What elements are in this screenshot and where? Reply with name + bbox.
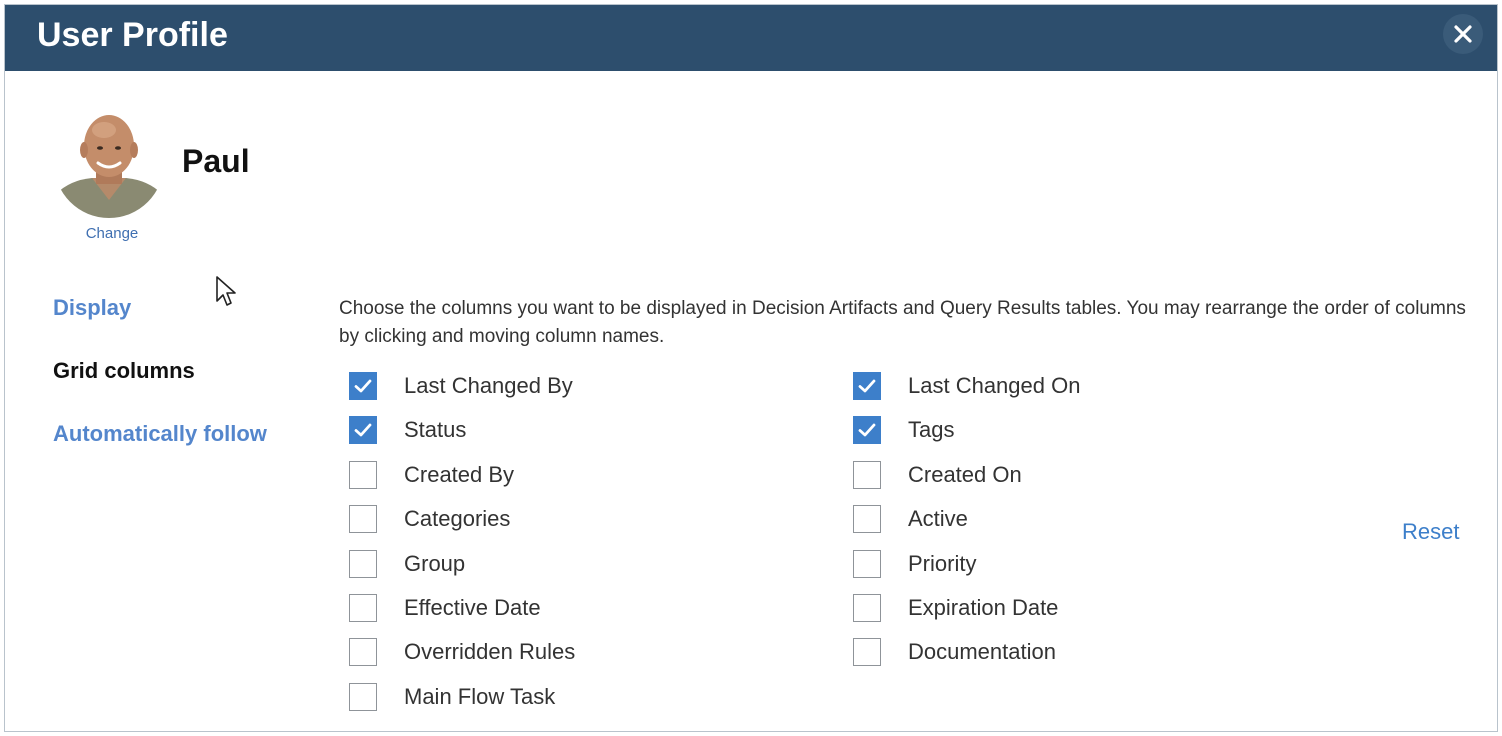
column-option-label: Main Flow Task — [404, 683, 556, 709]
column-option-status[interactable]: Status — [349, 414, 466, 446]
column-checkbox[interactable] — [349, 594, 377, 622]
column-checkbox[interactable] — [853, 372, 881, 400]
checkmark-icon — [858, 423, 876, 437]
column-checkbox[interactable] — [853, 594, 881, 622]
nav-item-automatically-follow[interactable]: Automatically follow — [53, 421, 267, 447]
column-option-label: Group — [404, 550, 466, 576]
column-option-overridden-rules[interactable]: Overridden Rules — [349, 636, 575, 668]
checkmark-icon — [354, 379, 372, 393]
reset-link[interactable]: Reset — [1402, 519, 1459, 545]
column-option-label: Active — [908, 506, 968, 532]
column-option-label: Documentation — [908, 639, 1056, 665]
grid-columns-description: Choose the columns you want to be displa… — [339, 298, 1466, 347]
checkmark-icon — [858, 379, 876, 393]
user-profile-dialog: User Profile Change Paul Display Grid co… — [4, 4, 1498, 732]
column-option-priority[interactable]: Priority — [853, 548, 976, 580]
avatar — [54, 108, 164, 218]
dialog-title: User Profile — [37, 16, 228, 54]
column-checkbox[interactable] — [349, 416, 377, 445]
column-option-label: Created By — [404, 461, 515, 487]
column-option-label: Effective Date — [404, 595, 541, 620]
column-checkbox[interactable] — [853, 549, 881, 578]
column-option-label: Created On — [908, 461, 1022, 487]
column-checkbox[interactable] — [853, 505, 881, 534]
column-option-label: Overridden Rules — [404, 639, 576, 665]
column-option-label: Expiration Date — [908, 595, 1059, 620]
column-checkbox[interactable] — [349, 549, 377, 578]
checkmark-icon — [354, 423, 372, 437]
column-option-label: Priority — [908, 550, 977, 576]
column-option-expiration-date[interactable]: Expiration Date — [853, 592, 1058, 624]
column-option-last-changed-by[interactable]: Last Changed By — [349, 370, 573, 402]
mouse-pointer-icon — [215, 275, 239, 314]
column-option-active[interactable]: Active — [853, 503, 968, 535]
column-option-label: Status — [404, 417, 467, 443]
nav-item-display[interactable]: Display — [53, 295, 131, 321]
column-option-label: Tags — [908, 417, 955, 443]
change-avatar-link[interactable]: Change — [54, 225, 170, 242]
column-checkbox[interactable] — [349, 682, 377, 711]
column-option-documentation[interactable]: Documentation — [853, 636, 1056, 668]
column-option-tags[interactable]: Tags — [853, 414, 954, 446]
column-option-label: Last Changed By — [404, 373, 573, 398]
column-checkbox[interactable] — [349, 505, 377, 534]
column-checkbox[interactable] — [853, 460, 881, 489]
column-checkbox[interactable] — [349, 372, 377, 400]
column-checkbox[interactable] — [349, 638, 377, 667]
column-option-categories[interactable]: Categories — [349, 503, 510, 535]
column-option-created-by[interactable]: Created By — [349, 459, 514, 491]
close-button[interactable] — [1443, 14, 1483, 54]
column-checkbox[interactable] — [853, 416, 881, 445]
column-option-label: Last Changed On — [908, 373, 1081, 398]
column-option-main-flow-task[interactable]: Main Flow Task — [349, 681, 555, 713]
column-option-effective-date[interactable]: Effective Date — [349, 592, 541, 624]
nav-item-grid-columns[interactable]: Grid columns — [53, 358, 195, 384]
close-icon — [1454, 25, 1472, 43]
column-option-group[interactable]: Group — [349, 548, 465, 580]
user-name: Paul — [182, 143, 250, 179]
column-checkbox[interactable] — [853, 638, 881, 667]
column-option-label: Categories — [404, 506, 511, 532]
column-option-last-changed-on[interactable]: Last Changed On — [853, 370, 1080, 402]
column-checkbox[interactable] — [349, 460, 377, 489]
dialog-header: User Profile — [5, 5, 1497, 71]
column-option-created-on[interactable]: Created On — [853, 459, 1022, 491]
